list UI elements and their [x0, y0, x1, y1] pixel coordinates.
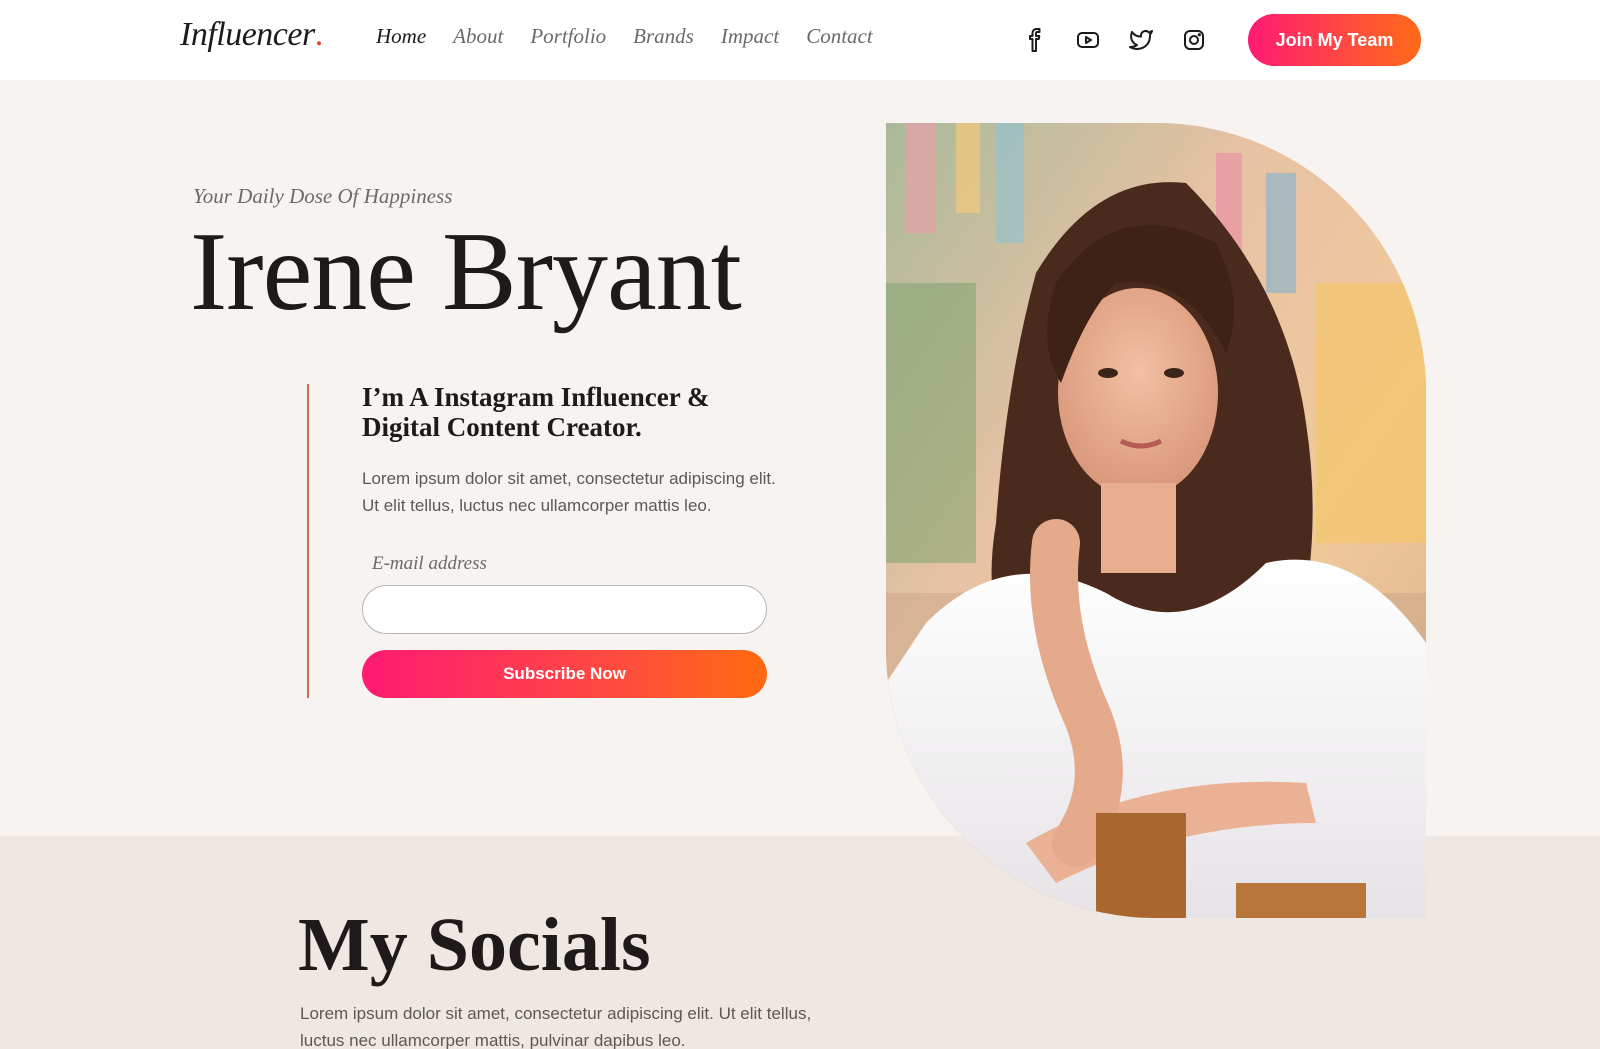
- logo-dot: .: [314, 16, 324, 53]
- nav-home[interactable]: Home: [376, 24, 426, 49]
- intro-title: I’m A Instagram Influencer & Digital Con…: [362, 382, 710, 442]
- subscribe-button[interactable]: Subscribe Now: [362, 650, 767, 698]
- email-label: E-mail address: [372, 553, 487, 574]
- accent-divider: [307, 384, 309, 698]
- youtube-icon[interactable]: [1075, 27, 1101, 53]
- hero-tagline: Your Daily Dose Of Happiness: [193, 184, 453, 208]
- hero-name: Irene Bryant: [190, 210, 742, 334]
- socials-text: Lorem ipsum dolor sit amet, consectetur …: [300, 1004, 812, 1049]
- intro-text: Lorem ipsum dolor sit amet, consectetur …: [362, 469, 776, 515]
- logo-text: Influencer: [180, 16, 315, 53]
- socials-title: My Socials: [298, 903, 651, 987]
- header-social-links: [1022, 27, 1234, 53]
- nav-portfolio[interactable]: Portfolio: [530, 24, 606, 49]
- email-field[interactable]: [362, 585, 767, 634]
- hero-portrait-image: [886, 123, 1426, 918]
- nav-contact[interactable]: Contact: [806, 24, 873, 49]
- instagram-icon[interactable]: [1181, 27, 1207, 53]
- join-my-team-button[interactable]: Join My Team: [1248, 14, 1421, 66]
- nav-about[interactable]: About: [453, 24, 503, 49]
- main-nav: Home About Portfolio Brands Impact Conta…: [376, 24, 900, 49]
- nav-brands[interactable]: Brands: [633, 24, 694, 49]
- twitter-icon[interactable]: [1128, 27, 1154, 53]
- logo[interactable]: Influencer.: [180, 16, 323, 54]
- site-header: Influencer. Home About Portfolio Brands …: [0, 0, 1600, 80]
- nav-impact[interactable]: Impact: [721, 24, 779, 49]
- facebook-icon[interactable]: [1022, 27, 1048, 53]
